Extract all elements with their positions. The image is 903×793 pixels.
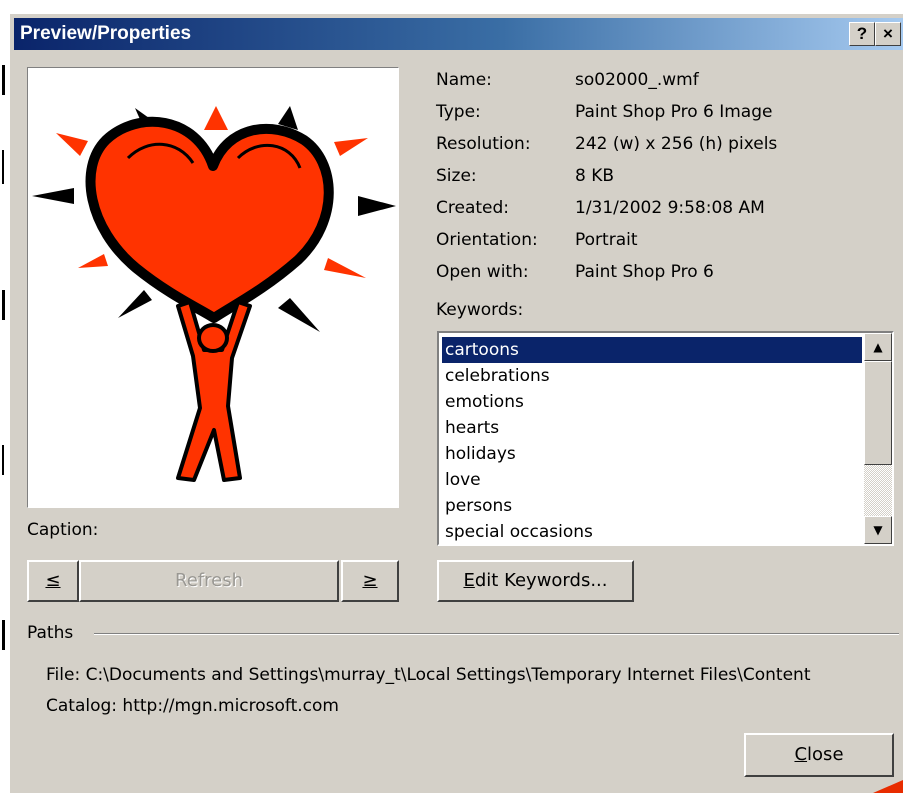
heart-clipart-image: [32, 106, 396, 482]
edge-mark: [2, 620, 5, 650]
scroll-up-icon[interactable]: ▲: [864, 333, 892, 361]
prop-size-value: 8 KB: [575, 166, 615, 186]
edge-mark: [2, 65, 5, 95]
previous-button[interactable]: ≤: [27, 560, 79, 602]
keyword-item[interactable]: love: [442, 467, 862, 493]
preview-properties-dialog: Preview/Properties ? × Name: so02000_.wm…: [9, 13, 903, 793]
close-button[interactable]: Close: [744, 733, 894, 777]
pointer-cursor-icon: [873, 780, 903, 793]
keywords-scrollbar[interactable]: ▲ ▼: [864, 333, 892, 544]
prop-orientation-value: Portrait: [575, 230, 638, 250]
prop-size-label: Size:: [436, 166, 477, 186]
prop-name-value: so02000_.wmf: [575, 70, 699, 90]
title-bar[interactable]: Preview/Properties ? ×: [14, 18, 903, 50]
next-button[interactable]: ≥: [341, 560, 399, 602]
prop-resolution-value: 242 (w) x 256 (h) pixels: [575, 134, 778, 154]
prop-orientation-label: Orientation:: [436, 230, 538, 250]
file-path: File: C:\Documents and Settings\murray_t…: [46, 665, 811, 685]
keyword-item[interactable]: celebrations: [442, 363, 862, 389]
keyword-item[interactable]: hearts: [442, 415, 862, 441]
edit-keywords-mnemonic: E: [463, 570, 475, 591]
prop-created-label: Created:: [436, 198, 510, 218]
keyword-item[interactable]: persons: [442, 493, 862, 519]
edge-mark: [2, 150, 4, 184]
refresh-button[interactable]: Refresh: [79, 560, 339, 602]
help-button[interactable]: ?: [849, 22, 875, 46]
prop-type-value: Paint Shop Pro 6 Image: [575, 102, 773, 122]
paths-separator: [94, 633, 899, 635]
edit-keywords-button[interactable]: Edit Keywords...: [437, 560, 634, 602]
previous-label: ≤: [45, 570, 61, 591]
caption-label: Caption:: [27, 520, 99, 540]
window-title: Preview/Properties: [20, 23, 192, 44]
prop-name-label: Name:: [436, 70, 492, 90]
close-mnemonic: C: [794, 744, 808, 765]
keyword-item[interactable]: holidays: [442, 441, 862, 467]
close-window-button[interactable]: ×: [875, 22, 901, 46]
paths-label: Paths: [27, 623, 74, 643]
prop-open-with-label: Open with:: [436, 262, 529, 282]
scroll-down-icon[interactable]: ▼: [864, 516, 892, 544]
catalog-path: Catalog: http://mgn.microsoft.com: [46, 696, 339, 716]
next-label: ≥: [362, 570, 378, 591]
scroll-thumb[interactable]: [864, 361, 892, 465]
keyword-item[interactable]: special occasions: [442, 519, 862, 544]
prop-created-value: 1/31/2002 9:58:08 AM: [575, 198, 765, 218]
edge-mark: [2, 290, 5, 320]
close-label: lose: [807, 744, 844, 765]
prop-type-label: Type:: [436, 102, 481, 122]
keyword-item[interactable]: cartoons: [442, 337, 862, 363]
prop-open-with-value: Paint Shop Pro 6: [575, 262, 714, 282]
image-preview: [27, 67, 399, 508]
keywords-label: Keywords:: [436, 300, 524, 320]
edge-mark: [2, 445, 4, 475]
edit-keywords-label: dit Keywords...: [474, 570, 608, 591]
keywords-listbox[interactable]: cartoons celebrations emotions hearts ho…: [437, 331, 894, 546]
keyword-item[interactable]: emotions: [442, 389, 862, 415]
prop-resolution-label: Resolution:: [436, 134, 531, 154]
